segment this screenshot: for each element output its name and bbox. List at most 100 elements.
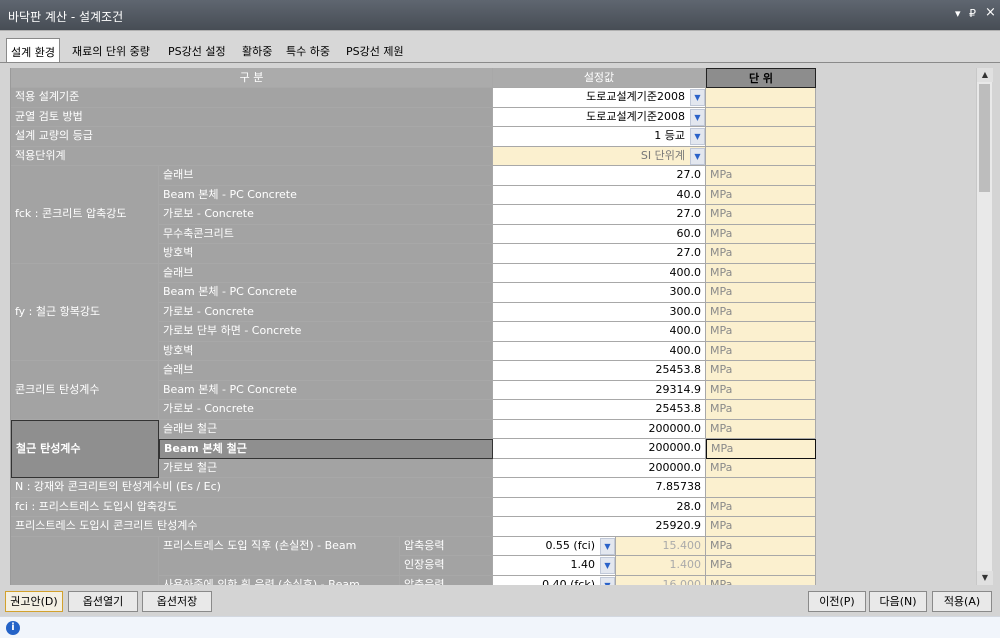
fck-value-input[interactable]: 60.0 xyxy=(493,224,706,244)
allowable-stress-service-label: 사용하중에 의한 휨 응력 (손실후) - Beam xyxy=(159,575,400,585)
fck-item-label: 무수축콘크리트 xyxy=(159,224,493,244)
service-compress-factor-select[interactable]: 0.40 (fck) xyxy=(493,575,616,585)
next-button[interactable]: 다음(N) xyxy=(869,591,927,612)
unit-cell xyxy=(706,146,816,166)
initial-tension-factor-select[interactable]: 1.40 xyxy=(493,556,616,576)
unit-cell: MPa xyxy=(706,185,816,205)
pin-icon[interactable]: ₽ xyxy=(969,7,976,20)
save-options-button[interactable]: 옵션저장 xyxy=(142,591,212,612)
bridge-grade-select[interactable]: 1 등교 xyxy=(493,127,706,147)
fck-value-input[interactable]: 27.0 xyxy=(493,205,706,225)
info-icon: i xyxy=(6,621,20,635)
fy-item-label: Beam 본체 - PC Concrete xyxy=(159,283,493,303)
unit-cell: MPa xyxy=(706,400,816,420)
fy-value-input[interactable]: 300.0 xyxy=(493,283,706,303)
chevron-down-icon[interactable]: ▼ xyxy=(690,108,705,126)
window-titlebar: 바닥판 계산 - 설계조건 ▾ ₽ × xyxy=(0,0,1000,30)
unit-cell: MPa xyxy=(706,497,816,517)
fck-item-label: 슬래브 xyxy=(159,166,493,186)
fck-value-input[interactable]: 27.0 xyxy=(493,166,706,186)
window-title: 바닥판 계산 - 설계조건 xyxy=(8,10,124,24)
scroll-down-icon[interactable]: ▼ xyxy=(977,571,993,585)
chevron-down-icon[interactable]: ▼ xyxy=(600,576,615,585)
prev-button[interactable]: 이전(P) xyxy=(808,591,866,612)
unit-system-select[interactable]: SI 단위계 xyxy=(493,146,706,166)
unit-cell: MPa xyxy=(706,263,816,283)
design-code-select[interactable]: 도로교설계기준2008 xyxy=(493,88,706,108)
fck-group-label: fck : 콘크리트 압축강도 xyxy=(11,166,159,264)
es-value-input[interactable]: 200000.0 xyxy=(493,419,706,439)
fy-value-input[interactable]: 400.0 xyxy=(493,263,706,283)
service-compress-result: 16.000 xyxy=(616,575,706,585)
unit-cell: MPa xyxy=(706,283,816,303)
unit-cell: MPa xyxy=(706,205,816,225)
tensile-stress-label: 인장응력 xyxy=(400,556,493,576)
apply-button[interactable]: 적용(A) xyxy=(932,591,992,612)
es-value-input[interactable]: 200000.0 xyxy=(493,458,706,478)
header-unit: 단 위 xyxy=(706,68,816,88)
ec-item-label: 가로보 - Concrete xyxy=(159,400,493,420)
unit-cell: MPa xyxy=(706,166,816,186)
chevron-down-icon[interactable]: ▼ xyxy=(600,537,615,555)
unit-cell: MPa xyxy=(706,536,816,556)
unit-cell: MPa xyxy=(706,419,816,439)
scroll-up-icon[interactable]: ▲ xyxy=(977,68,993,82)
fck-value-input[interactable]: 27.0 xyxy=(493,244,706,264)
unit-cell xyxy=(706,107,816,127)
initial-tension-result: 1.400 xyxy=(616,556,706,576)
crack-method-select[interactable]: 도로교설계기준2008 xyxy=(493,107,706,127)
tab-ps-strand-specs[interactable]: PS강선 제원 xyxy=(342,40,408,62)
scroll-thumb[interactable] xyxy=(979,84,990,192)
ec-value-input[interactable]: 25453.8 xyxy=(493,361,706,381)
tab-live-load[interactable]: 활하중 xyxy=(238,40,276,62)
unit-cell: MPa xyxy=(706,302,816,322)
fck-item-label: 가로보 - Concrete xyxy=(159,205,493,225)
settings-grid: 구 분 설정값 단 위 적용 설계기준 도로교설계기준2008 ▼ 균열 검토 … xyxy=(10,68,976,585)
tab-material-unit-weight[interactable]: 재료의 단위 중량 xyxy=(68,40,154,62)
es-value-input[interactable]: 200000.0 xyxy=(493,439,706,459)
vertical-scrollbar[interactable]: ▲ ▼ xyxy=(976,68,993,585)
eci-value-input[interactable]: 25920.9 xyxy=(493,517,706,537)
close-icon[interactable]: × xyxy=(985,5,996,20)
unit-cell: MPa xyxy=(706,244,816,264)
initial-compress-factor-select[interactable]: 0.55 (fci) xyxy=(493,536,616,556)
allowable-stress-initial-label: 프리스트레스 도입 직후 (손실전) - Beam xyxy=(159,536,400,576)
fci-label: fci : 프리스트레스 도입시 압축강도 xyxy=(11,497,493,517)
tab-design-environment[interactable]: 설계 환경 xyxy=(6,38,60,63)
ec-group-label: 콘크리트 탄성계수 xyxy=(11,361,159,420)
window-menu-dropdown-icon[interactable]: ▾ xyxy=(955,7,961,20)
unit-cell: MPa xyxy=(706,556,816,576)
fck-value-input[interactable]: 40.0 xyxy=(493,185,706,205)
chevron-down-icon[interactable]: ▼ xyxy=(690,128,705,145)
allowable-stress-group xyxy=(11,536,159,585)
fy-value-input[interactable]: 300.0 xyxy=(493,302,706,322)
tab-content: 구 분 설정값 단 위 적용 설계기준 도로교설계기준2008 ▼ 균열 검토 … xyxy=(0,62,1000,588)
chevron-down-icon[interactable]: ▼ xyxy=(690,147,705,165)
fci-value-input[interactable]: 28.0 xyxy=(493,497,706,517)
ec-item-label: 슬래브 xyxy=(159,361,493,381)
tab-special-load[interactable]: 특수 하중 xyxy=(282,40,334,62)
unit-cell: MPa xyxy=(706,575,816,585)
unit-cell-selected[interactable]: MPa xyxy=(706,439,816,459)
header-value: 설정값 xyxy=(493,68,706,88)
fy-value-input[interactable]: 400.0 xyxy=(493,322,706,342)
fy-value-input[interactable]: 400.0 xyxy=(493,341,706,361)
open-options-button[interactable]: 옵션열기 xyxy=(68,591,138,612)
chevron-down-icon[interactable]: ▼ xyxy=(600,557,615,574)
ec-value-input[interactable]: 29314.9 xyxy=(493,380,706,400)
unit-cell: MPa xyxy=(706,322,816,342)
fy-item-label: 슬래브 xyxy=(159,263,493,283)
unit-cell: MPa xyxy=(706,361,816,381)
initial-compress-result: 15.400 xyxy=(616,536,706,556)
n-ratio-value[interactable]: 7.85738 xyxy=(493,478,706,498)
design-code-label: 적용 설계기준 xyxy=(11,88,493,108)
tab-ps-strand-settings[interactable]: PS강선 설정 xyxy=(164,40,230,62)
ec-value-input[interactable]: 25453.8 xyxy=(493,400,706,420)
tab-strip: 설계 환경 재료의 단위 중량 PS강선 설정 활하중 특수 하중 PS강선 제… xyxy=(0,30,1000,63)
recommend-button[interactable]: 권고안(D) xyxy=(5,591,63,612)
bridge-grade-label: 설계 교량의 등급 xyxy=(11,127,493,147)
chevron-down-icon[interactable]: ▼ xyxy=(690,89,705,106)
compressive-stress-label: 압축응력 xyxy=(400,536,493,556)
unit-cell: MPa xyxy=(706,380,816,400)
unit-cell: MPa xyxy=(706,341,816,361)
